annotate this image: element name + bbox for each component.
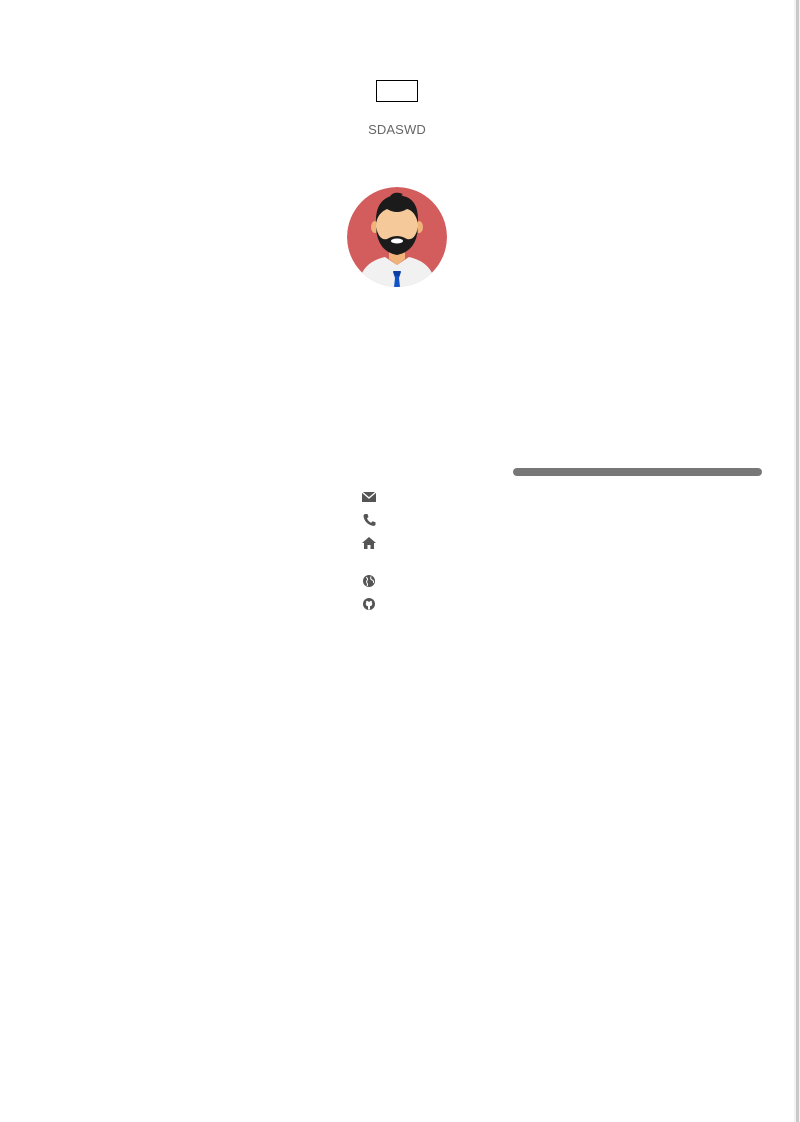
profile-subtitle: SDASWD: [368, 122, 426, 137]
home-icon: [361, 536, 377, 550]
name-input-box[interactable]: [376, 80, 418, 102]
resume-page: SDASWD: [0, 0, 800, 1122]
vertical-scrollbar[interactable]: [794, 0, 800, 1122]
avatar-illustration: [347, 187, 447, 287]
envelope-icon: [361, 490, 377, 504]
skill-progress-bar: [513, 468, 762, 476]
avatar: [347, 187, 447, 287]
phone-icon: [361, 513, 377, 527]
scrollbar-thumb[interactable]: [796, 0, 799, 1122]
globe-icon: [361, 574, 377, 588]
github-icon: [361, 597, 377, 611]
